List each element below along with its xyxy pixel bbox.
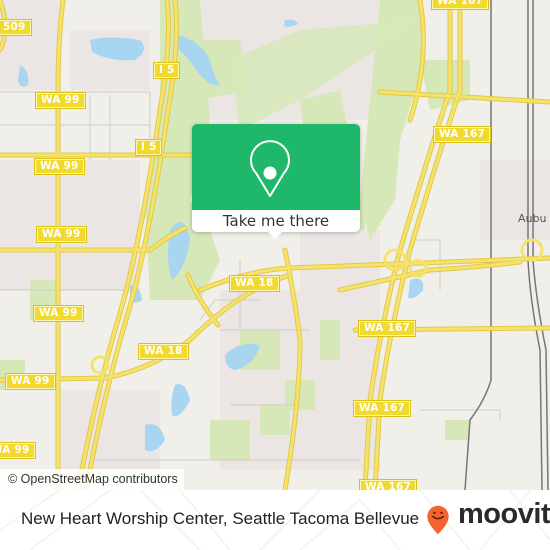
road-shield-wa99: WA 99 [35,159,84,174]
moovit-smiley-pin-icon [427,505,449,535]
map-view[interactable]: 509 WA 99 WA 99 WA 99 WA 99 WA 99 WA 99 … [0,0,550,490]
road-shield-wa99: WA 99 [34,306,83,321]
road-shield-wa99: WA 99 [37,227,86,242]
destination-popup: Take me there [192,124,360,239]
popup-pointer [267,231,283,239]
footer-bar: New Heart Worship Center, Seattle Tacoma… [0,490,550,550]
road-shield-sr509: 509 [0,20,31,35]
moovit-logo-text: moovit [458,498,550,530]
town-label-auburn: Aubu [518,212,547,225]
road-shield-wa167: WA 167 [432,0,489,9]
road-shield-wa167: WA 167 [354,401,411,416]
road-shield-i5: I 5 [154,63,180,78]
popup-header [192,124,360,210]
take-me-there-button[interactable]: Take me there [192,210,360,232]
road-shield-wa167: WA 167 [434,127,491,142]
rail-lines [464,0,549,490]
map-canvas [0,0,550,490]
road-shield-wa99: WA 99 [0,443,35,458]
map-pin-icon [250,140,290,197]
road-shield-wa18: WA 18 [230,276,279,291]
road-shield-wa167: WA 167 [359,321,416,336]
road-shield-wa99: WA 99 [6,374,55,389]
map-attribution[interactable]: © OpenStreetMap contributors [0,469,184,490]
road-shield-i5: I 5 [136,140,162,155]
road-shield-wa167: WA 167 [360,480,417,490]
road-shield-wa18: WA 18 [139,344,188,359]
place-title: New Heart Worship Center, Seattle Tacoma… [21,509,420,528]
road-shield-wa99: WA 99 [36,93,85,108]
